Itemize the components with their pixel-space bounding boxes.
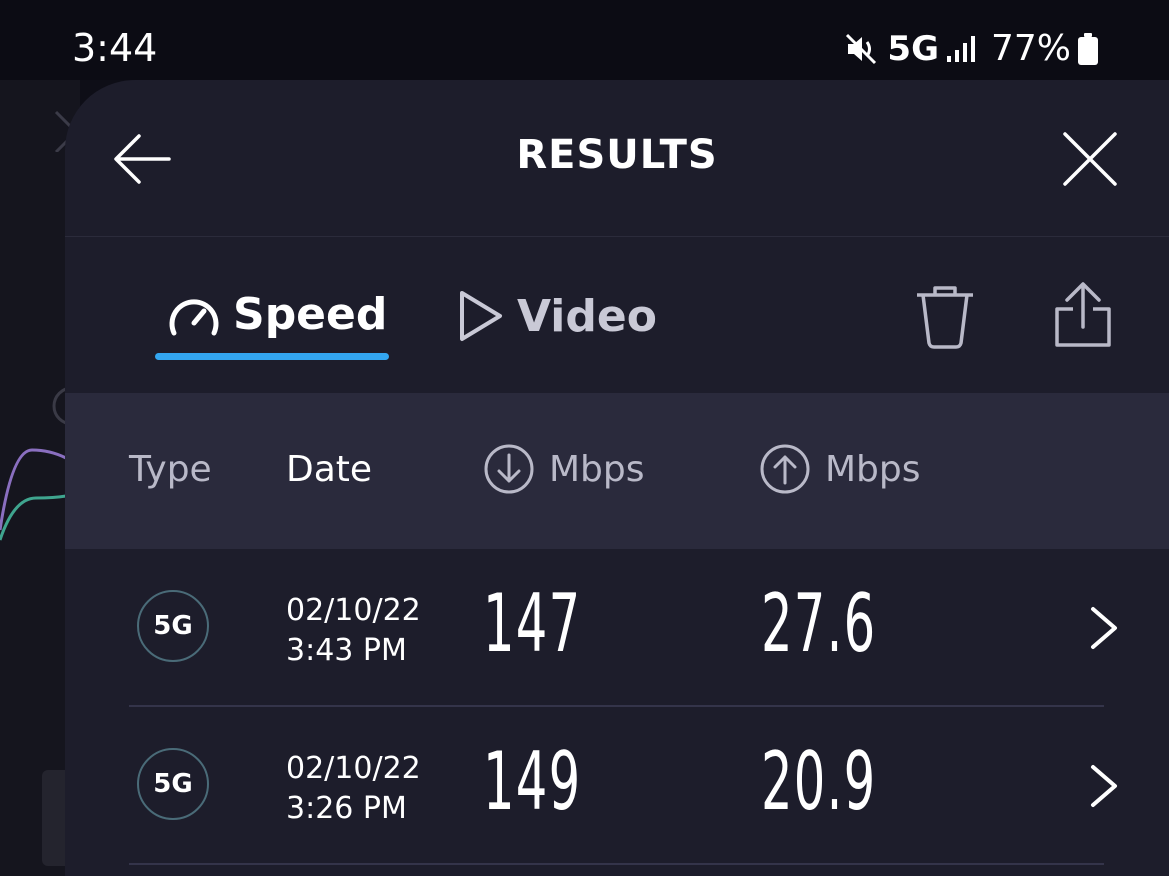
share-icon[interactable] xyxy=(1051,279,1115,349)
tab-video[interactable]: Video xyxy=(457,289,657,343)
play-icon xyxy=(460,291,502,341)
result-row[interactable]: 5G 02/10/22 3:43 PM 147 27.6 xyxy=(65,549,1169,707)
column-date[interactable]: Date xyxy=(286,449,372,490)
chevron-right-icon[interactable] xyxy=(1087,605,1121,651)
column-upload[interactable]: Mbps xyxy=(759,443,921,495)
connection-type-badge: 5G xyxy=(137,748,209,820)
trash-icon[interactable] xyxy=(913,283,977,351)
status-bar: 3:44 5G 77% xyxy=(0,0,1169,80)
upload-speed: 20.9 xyxy=(761,735,877,828)
column-download[interactable]: Mbps xyxy=(483,443,645,495)
close-icon[interactable] xyxy=(1061,130,1119,188)
result-datetime: 02/10/22 3:43 PM xyxy=(286,591,421,671)
status-indicators: 5G 77% xyxy=(845,28,1099,69)
active-tab-indicator xyxy=(155,353,389,360)
connection-type-badge: 5G xyxy=(137,590,209,662)
mute-icon xyxy=(846,33,877,64)
speedometer-icon xyxy=(169,298,219,335)
result-date: 02/10/22 xyxy=(286,751,421,786)
result-date: 02/10/22 xyxy=(286,593,421,628)
tab-bar: Speed Video xyxy=(65,237,1169,393)
app-screen: 3:44 5G 77% RESULTS Speed Video Type Dat… xyxy=(0,0,1169,876)
page-title: RESULTS xyxy=(516,132,718,178)
battery-icon xyxy=(1078,32,1098,65)
result-time: 3:26 PM xyxy=(286,791,407,826)
battery-percent: 77% xyxy=(990,28,1071,69)
column-type[interactable]: Type xyxy=(129,449,212,490)
results-sheet: RESULTS Speed Video Type Date Mbps Mbps … xyxy=(65,80,1169,876)
download-speed: 147 xyxy=(483,577,582,670)
signal-icon xyxy=(946,35,975,62)
chevron-right-icon[interactable] xyxy=(1087,763,1121,809)
tab-speed[interactable]: Speed xyxy=(167,289,387,340)
download-icon xyxy=(484,444,534,494)
result-row[interactable]: 5G 02/10/22 3:26 PM 149 20.9 xyxy=(65,707,1169,865)
row-divider xyxy=(129,863,1104,865)
upload-speed: 27.6 xyxy=(761,577,877,670)
tab-video-label: Video xyxy=(517,290,657,342)
results-list: 5G 02/10/22 3:43 PM 147 27.6 5G 02/10/22… xyxy=(65,549,1169,865)
download-speed: 149 xyxy=(483,735,582,828)
status-time: 3:44 xyxy=(72,26,158,70)
upload-icon xyxy=(760,444,810,494)
network-type: 5G xyxy=(887,28,939,69)
column-download-label: Mbps xyxy=(549,448,645,490)
result-time: 3:43 PM xyxy=(286,633,407,668)
tab-speed-label: Speed xyxy=(233,289,388,340)
result-datetime: 02/10/22 3:26 PM xyxy=(286,749,421,829)
sheet-header: RESULTS xyxy=(65,80,1169,237)
column-upload-label: Mbps xyxy=(825,448,921,490)
column-header-row: Type Date Mbps Mbps xyxy=(65,393,1169,549)
